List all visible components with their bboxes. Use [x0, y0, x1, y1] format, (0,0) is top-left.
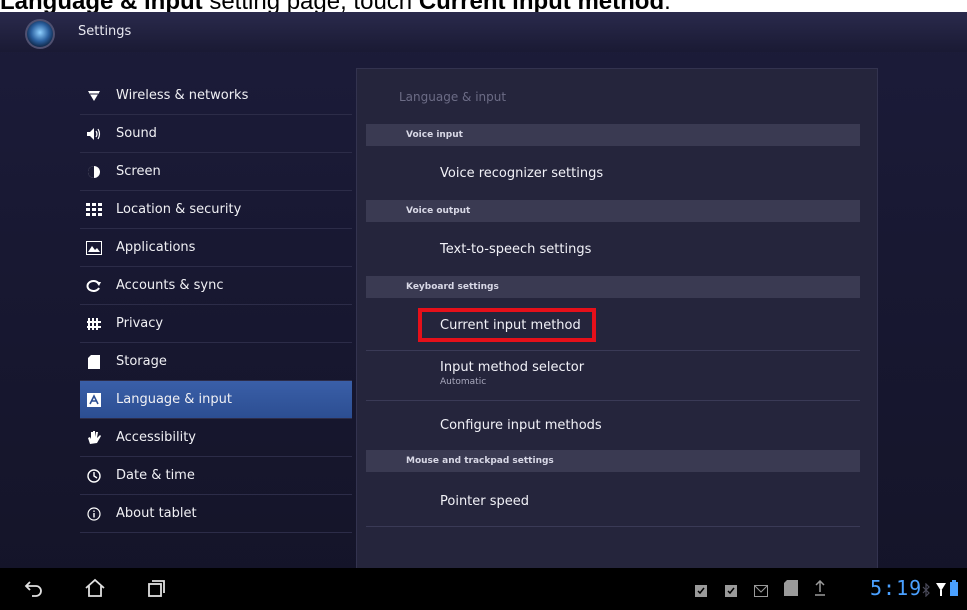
sd-card-icon	[784, 580, 798, 600]
panel-title: Language & input	[399, 90, 507, 104]
back-icon[interactable]	[24, 578, 44, 602]
language-icon	[86, 392, 102, 408]
pointer-speed-item[interactable]: Pointer speed	[440, 494, 860, 509]
clipboard-check-icon	[724, 582, 738, 601]
divider	[366, 350, 860, 351]
voice-recognizer-settings-item[interactable]: Voice recognizer settings	[440, 166, 860, 181]
nav-item-wireless[interactable]: Wireless & networks	[80, 77, 352, 115]
row-summary: Automatic	[440, 377, 487, 387]
home-icon[interactable]	[84, 578, 106, 602]
language-input-panel: Language & input Voice input Voice recog…	[356, 68, 878, 590]
nav-item-applications[interactable]: Applications	[80, 229, 352, 267]
nav-item-label: Language & input	[116, 392, 232, 407]
nav-item-label: Applications	[116, 240, 196, 255]
signal-icon	[936, 581, 946, 600]
nav-item-label: Screen	[116, 164, 161, 179]
nav-item-accessibility[interactable]: Accessibility	[80, 419, 352, 457]
nav-item-screen[interactable]: Screen	[80, 153, 352, 191]
section-header-mouse: Mouse and trackpad settings	[366, 450, 860, 472]
row-label: Voice recognizer settings	[440, 166, 604, 181]
nav-item-label: Accessibility	[116, 430, 196, 445]
settings-app-icon[interactable]	[25, 19, 55, 49]
nav-item-location[interactable]: Location & security	[80, 191, 352, 229]
email-icon	[754, 582, 768, 601]
nav-item-language[interactable]: Language & input	[80, 381, 352, 419]
wifi-icon	[86, 88, 102, 104]
info-icon	[86, 506, 102, 522]
nav-item-privacy[interactable]: Privacy	[80, 305, 352, 343]
nav-item-datetime[interactable]: Date & time	[80, 457, 352, 495]
nav-item-storage[interactable]: Storage	[80, 343, 352, 381]
privacy-icon	[86, 316, 102, 332]
screen-icon	[86, 164, 102, 180]
divider	[366, 400, 860, 401]
upload-icon	[814, 579, 826, 600]
nav-item-sound[interactable]: Sound	[80, 115, 352, 153]
storage-icon	[86, 354, 102, 370]
nav-item-about[interactable]: About tablet	[80, 495, 352, 533]
section-header-keyboard: Keyboard settings	[366, 276, 860, 298]
nav-item-label: Sound	[116, 126, 157, 141]
nav-item-accounts[interactable]: Accounts & sync	[80, 267, 352, 305]
divider	[366, 526, 860, 527]
section-header-voice-input: Voice input	[366, 124, 860, 146]
clock-icon	[86, 468, 102, 484]
hand-icon	[86, 430, 102, 446]
section-header-voice-output: Voice output	[366, 200, 860, 222]
nav-item-label: Privacy	[116, 316, 164, 331]
nav-item-label: About tablet	[116, 506, 197, 521]
row-label: Pointer speed	[440, 494, 530, 509]
tts-settings-item[interactable]: Text-to-speech settings	[440, 242, 860, 257]
nav-item-label: Date & time	[116, 468, 195, 483]
sync-icon	[86, 278, 102, 294]
red-highlight-box	[418, 308, 596, 342]
action-bar: Settings	[0, 12, 967, 52]
applications-icon	[86, 240, 102, 256]
speaker-icon	[86, 126, 102, 142]
row-label: Input method selector	[440, 360, 585, 375]
bluetooth-icon	[922, 582, 930, 601]
system-bar: 5:19	[0, 568, 967, 610]
location-security-icon	[86, 202, 102, 218]
row-label: Text-to-speech settings	[440, 242, 592, 257]
configure-input-methods-item[interactable]: Configure input methods	[440, 418, 860, 433]
clipboard-check-icon	[694, 582, 708, 601]
nav-item-label: Location & security	[116, 202, 242, 217]
nav-item-label: Storage	[116, 354, 167, 369]
nav-item-label: Accounts & sync	[116, 278, 224, 293]
settings-nav: Wireless & networks Sound Screen Locatio…	[80, 77, 352, 533]
app-title: Settings	[78, 24, 132, 39]
status-clock: 5:19	[870, 576, 923, 600]
battery-icon	[950, 580, 958, 600]
row-label: Configure input methods	[440, 418, 602, 433]
input-method-selector-item[interactable]: Input method selector Automatic	[440, 360, 860, 387]
tablet-screen: Settings Wireless & networks Sound Scree…	[0, 12, 967, 610]
recent-apps-icon[interactable]	[146, 578, 166, 602]
nav-item-label: Wireless & networks	[116, 88, 249, 103]
